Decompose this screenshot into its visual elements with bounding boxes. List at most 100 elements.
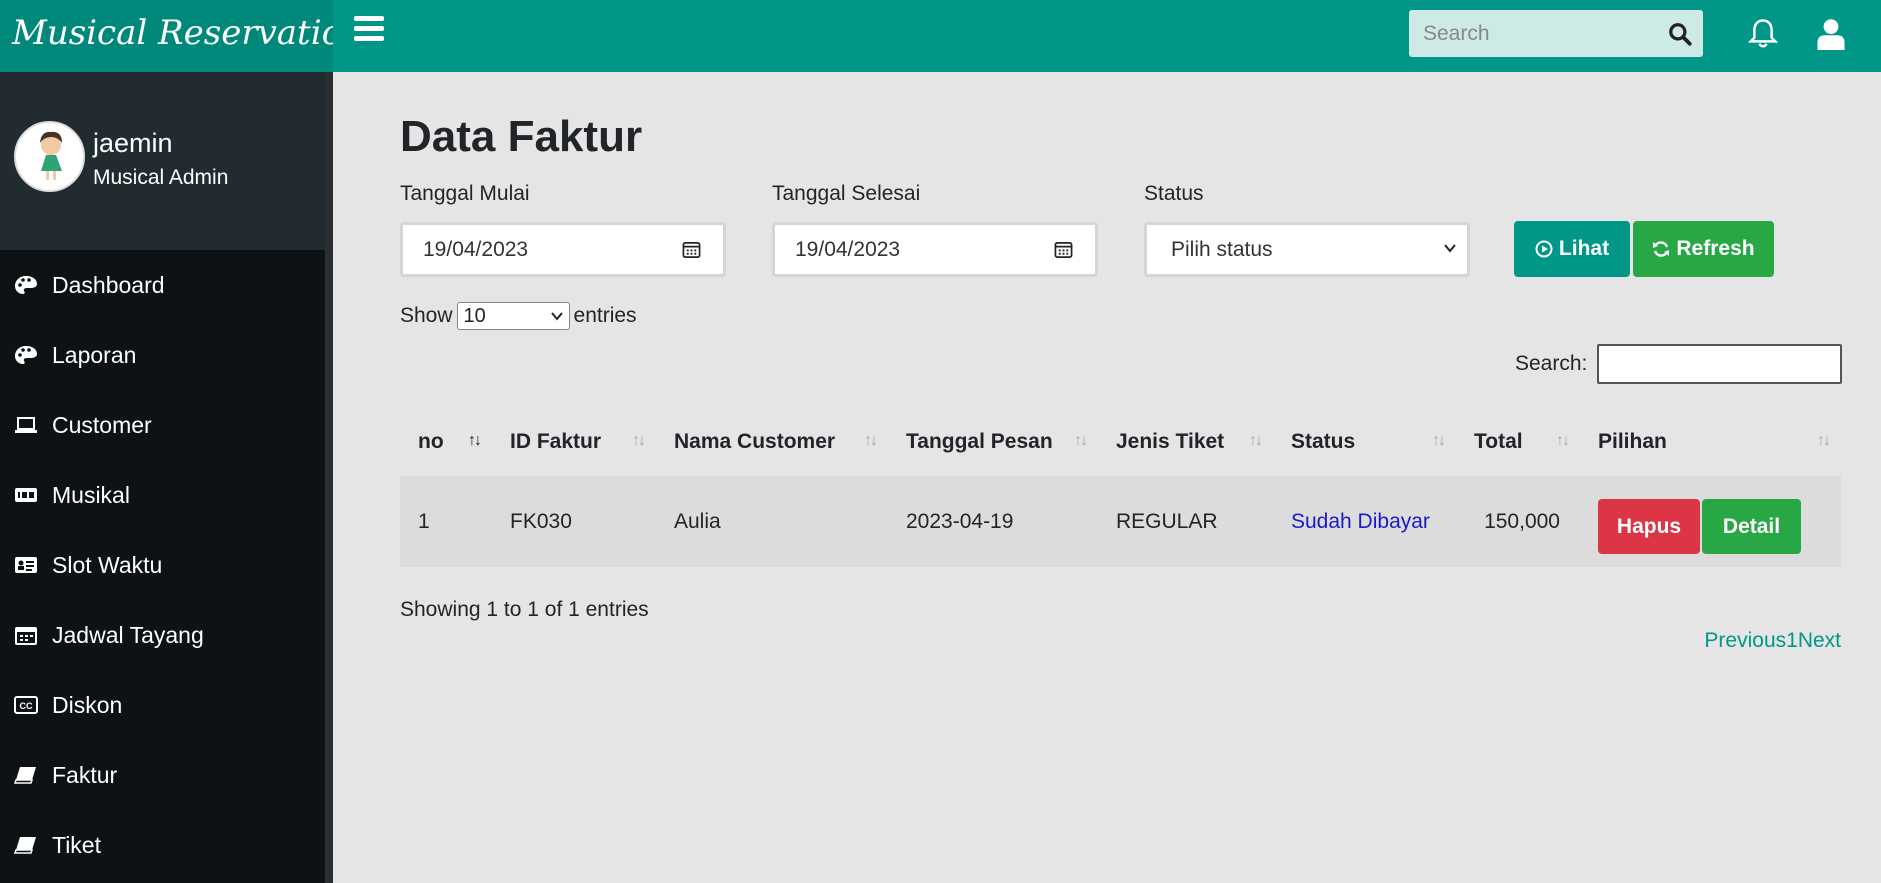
sidebar-item-label: Jadwal Tayang	[52, 621, 204, 648]
pagination: Previous1Next	[1704, 629, 1841, 653]
sidebar-item-label: Customer	[52, 411, 152, 438]
palette-icon	[15, 276, 37, 294]
search-icon[interactable]	[1667, 21, 1693, 47]
column-header-label: ID Faktur	[510, 430, 602, 453]
calendar-icon[interactable]	[1054, 240, 1073, 259]
menu-toggle-icon[interactable]	[354, 16, 384, 44]
laptop-icon	[15, 417, 37, 433]
avatar	[14, 121, 85, 192]
status-select[interactable]: Pilih status	[1144, 222, 1470, 277]
start-date-value: 19/04/2023	[423, 238, 529, 261]
cell-pilihan: Hapus Detail	[1580, 476, 1841, 567]
cell-jenis-tiket: REGULAR	[1098, 476, 1273, 567]
sidebar-item-faktur[interactable]: Faktur	[0, 740, 325, 810]
sort-icon: ↑↓	[468, 432, 482, 449]
sort-icon: ↑↓	[1074, 432, 1088, 449]
profile-name: jaemin	[93, 128, 173, 158]
topbar-search-input[interactable]	[1409, 10, 1649, 57]
pagination-page[interactable]: 1	[1786, 629, 1798, 652]
closed-captioning-icon: CC	[14, 696, 38, 714]
column-header-no[interactable]: no ↑↓	[400, 408, 492, 476]
sidebar-item-musikal[interactable]: Musikal	[0, 460, 325, 530]
user-icon[interactable]	[1816, 18, 1846, 50]
profile-role: Musical Admin	[93, 166, 229, 189]
pagination-previous[interactable]: Previous	[1704, 629, 1786, 652]
cell-total: 150,000	[1456, 476, 1580, 567]
lihat-button[interactable]: Lihat	[1514, 221, 1630, 277]
column-header-label: Status	[1291, 430, 1356, 453]
start-date-input[interactable]: 19/04/2023	[400, 222, 726, 277]
cell-id-faktur: FK030	[492, 476, 656, 567]
sidebar: jaemin Musical Admin Dashboard Laporan C…	[0, 72, 333, 883]
column-header-label: no	[418, 430, 444, 453]
pagination-next[interactable]: Next	[1798, 629, 1841, 652]
refresh-label: Refresh	[1676, 237, 1755, 260]
sidebar-item-label: Tiket	[52, 831, 101, 858]
start-date-label: Tanggal Mulai	[400, 182, 530, 205]
sidebar-item-laporan[interactable]: Laporan	[0, 320, 325, 390]
column-header-nama-customer[interactable]: Nama Customer ↑↓	[656, 408, 888, 476]
sidebar-item-label: Diskon	[52, 691, 123, 718]
book-icon	[14, 767, 36, 784]
refresh-icon	[1653, 241, 1670, 257]
sidebar-item-label: Musikal	[52, 481, 130, 508]
sidebar-item-dashboard[interactable]: Dashboard	[0, 250, 325, 320]
table-row: 1 FK030 Aulia 2023-04-19 REGULAR Sudah D…	[400, 476, 1841, 567]
sort-icon: ↑↓	[1432, 432, 1446, 449]
column-header-pilihan[interactable]: Pilihan ↑↓	[1580, 408, 1841, 476]
detail-button[interactable]: Detail	[1702, 499, 1801, 554]
end-date-input[interactable]: 19/04/2023	[772, 222, 1098, 277]
refresh-button[interactable]: Refresh	[1633, 221, 1774, 277]
calendar-icon[interactable]	[682, 240, 701, 259]
sort-icon: ↑↓	[864, 432, 878, 449]
column-header-status[interactable]: Status ↑↓	[1273, 408, 1456, 476]
end-date-value: 19/04/2023	[795, 238, 901, 261]
id-card-icon	[15, 557, 37, 573]
faktur-table: no ↑↓ ID Faktur ↑↓ Nama Customer ↑↓ Tanggal…	[400, 408, 1841, 567]
brand-logo[interactable]: Musical Reservation	[0, 0, 333, 72]
lihat-label: Lihat	[1558, 237, 1610, 260]
entries-select-value: 10	[463, 305, 486, 327]
user-profile: jaemin Musical Admin	[0, 72, 325, 250]
sidebar-item-label: Dashboard	[52, 271, 165, 298]
sort-icon: ↑↓	[1249, 432, 1263, 449]
sidebar-item-diskon[interactable]: CC Diskon	[0, 670, 325, 740]
sort-icon: ↑↓	[1817, 432, 1831, 449]
cell-nama-customer: Aulia	[656, 476, 888, 567]
table-search-label: Search:	[1515, 352, 1588, 375]
palette-icon	[15, 346, 37, 364]
table-header-row: no ↑↓ ID Faktur ↑↓ Nama Customer ↑↓ Tanggal…	[400, 408, 1841, 476]
column-header-total[interactable]: Total ↑↓	[1456, 408, 1580, 476]
entries-select[interactable]: 10	[456, 302, 570, 330]
column-header-tanggal-pesan[interactable]: Tanggal Pesan ↑↓	[888, 408, 1098, 476]
column-header-id-faktur[interactable]: ID Faktur ↑↓	[492, 408, 656, 476]
hapus-button[interactable]: Hapus	[1598, 499, 1700, 554]
sidebar-item-jadwal-tayang[interactable]: Jadwal Tayang	[0, 600, 325, 670]
chevron-down-icon	[550, 312, 563, 321]
table-info: Showing 1 to 1 of 1 entries	[400, 598, 649, 621]
column-header-label: Tanggal Pesan	[906, 430, 1053, 453]
svg-text:CC: CC	[20, 701, 33, 711]
sidebar-item-label: Laporan	[52, 341, 137, 368]
page-title: Data Faktur	[400, 112, 643, 161]
status-label: Status	[1144, 182, 1204, 205]
chevron-down-icon	[1444, 244, 1456, 253]
topbar-search	[1409, 10, 1703, 57]
book-icon	[14, 837, 36, 854]
sidebar-item-label: Faktur	[52, 761, 118, 788]
imdb-icon	[15, 488, 37, 502]
entries-label: entries	[573, 304, 637, 327]
status-select-value: Pilih status	[1171, 238, 1273, 261]
sidebar-item-slot-waktu[interactable]: Slot Waktu	[0, 530, 325, 600]
calendar-icon	[15, 627, 37, 645]
column-header-label: Pilihan	[1598, 430, 1667, 453]
topbar: Musical Reservation	[0, 0, 1881, 72]
sidebar-item-tiket[interactable]: Tiket	[0, 810, 325, 880]
table-search: Search:	[1515, 344, 1843, 384]
cell-status: Sudah Dibayar	[1273, 476, 1456, 567]
bell-icon[interactable]	[1748, 18, 1778, 50]
column-header-label: Nama Customer	[674, 430, 836, 453]
sidebar-item-customer[interactable]: Customer	[0, 390, 325, 460]
column-header-jenis-tiket[interactable]: Jenis Tiket ↑↓	[1098, 408, 1273, 476]
table-search-input[interactable]	[1597, 344, 1843, 384]
